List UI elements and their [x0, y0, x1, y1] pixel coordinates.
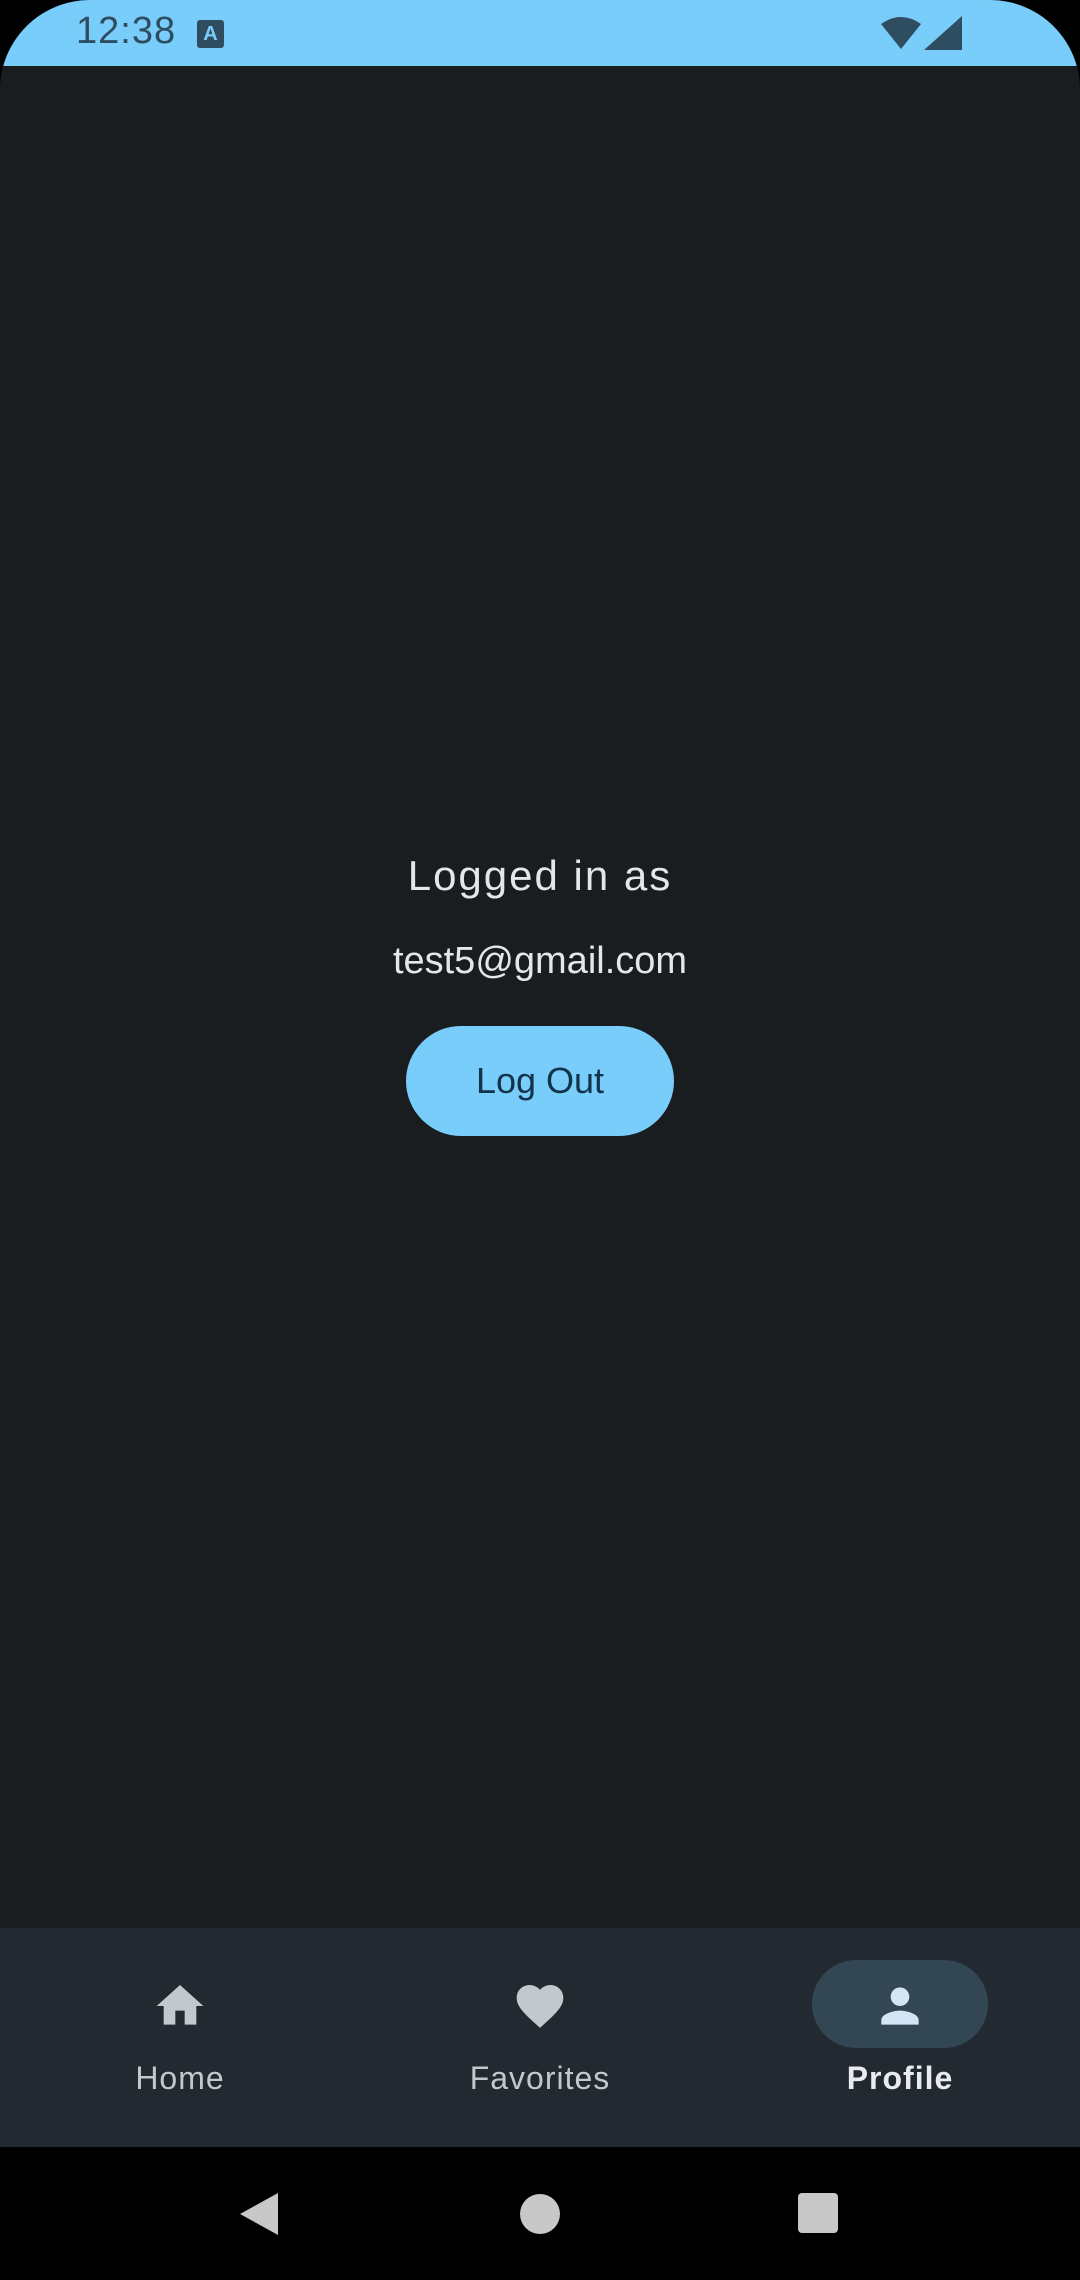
signal-icon — [924, 16, 962, 50]
app-screen: 12:38 A Logged in as test5@gmail.com Log… — [0, 0, 1080, 2280]
back-icon[interactable] — [236, 2191, 282, 2237]
home-circle-icon[interactable] — [517, 2191, 563, 2237]
bottom-navigation: Home Favorites Profile — [0, 1928, 1080, 2147]
status-time: 12:38 — [76, 10, 177, 52]
wifi-icon — [881, 17, 921, 49]
nav-item-home[interactable]: Home — [0, 1928, 360, 2147]
heart-icon — [516, 1985, 564, 2028]
recents-icon[interactable] — [796, 2191, 842, 2237]
logged-in-label: Logged in as — [407, 852, 673, 899]
status-bar: 12:38 A — [0, 0, 1080, 66]
profile-content: Logged in as test5@gmail.com Log Out — [0, 66, 1080, 1928]
nav-label-favorites: Favorites — [469, 2060, 611, 2096]
system-navigation-bar — [0, 2147, 1080, 2280]
nav-item-favorites[interactable]: Favorites — [360, 1928, 720, 2147]
nav-item-profile[interactable]: Profile — [720, 1928, 1080, 2147]
nav-label-home: Home — [135, 2060, 225, 2096]
a-icon: A — [197, 20, 224, 48]
user-email: test5@gmail.com — [392, 940, 688, 982]
nav-label-profile: Profile — [846, 2060, 954, 2096]
logout-button[interactable]: Log Out — [406, 1026, 674, 1136]
person-icon — [881, 1987, 919, 2025]
home-icon — [156, 1985, 204, 2025]
